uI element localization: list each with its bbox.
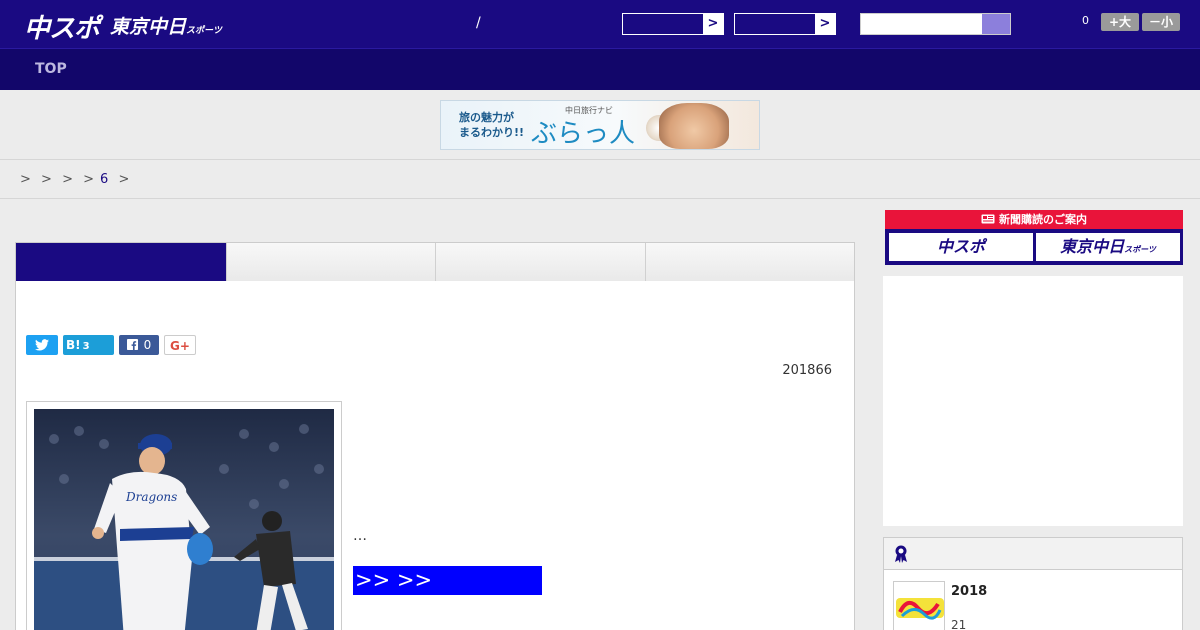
chevron-right-icon[interactable]: > [703,14,723,34]
divider [0,198,1200,199]
banner-area: 旅の魅力が まるわかり!! 中日旅行ナビ ぶらっ人 [0,90,1200,160]
model-photo [659,103,729,149]
banner-line-1: 旅の魅力が [459,111,514,124]
logo-tokyo-chunichi[interactable]: 東京中日スポーツ [110,12,222,39]
breadcrumb-separator: > [41,172,52,187]
article-tabs [15,242,855,288]
ribbon-award-icon [895,545,907,563]
subscription-box: 新聞購読のご案内 中スポ 東京中日スポーツ [885,210,1183,265]
twitter-share-button[interactable] [26,335,58,355]
search-box [860,13,1011,35]
read-more-link[interactable]: >> >> [353,566,542,595]
ranking-item-title: 2018 [951,584,988,599]
logo-tokyo-text: 東京中日 [110,16,187,38]
site-header: 中スポ 東京中日スポーツ / > > 0 +大 －小 [0,0,1200,48]
notification-count: 0 [1082,14,1089,27]
subscription-header: 新聞購読のご案内 [885,210,1183,229]
breadcrumb-trail: > [118,172,130,187]
article-date: 201866 [782,363,832,378]
facebook-icon [126,339,138,350]
tab-3[interactable] [436,243,646,281]
logo-tokyo-small: スポーツ [186,26,222,36]
sports-logo-thumbnail [894,582,944,630]
ranking-thumbnail [893,581,945,630]
article-header: B! 3 0 G+ 201866 [15,281,855,391]
subscribe-tokyo-small: スポーツ [1124,245,1156,254]
breadcrumb-separator: > [20,172,31,187]
svg-text:Dragons: Dragons [125,490,177,504]
ranking-header [884,538,1182,570]
tab-4[interactable] [646,243,854,281]
banner-line-2: まるわかり!! [459,126,525,139]
breadcrumb-separator: > [62,172,73,187]
header-separator: / [476,15,481,31]
subscribe-tokyo-label: 東京中日 [1060,237,1125,256]
banner-brand: ぶらっ人 [531,119,636,149]
twitter-bird-icon [35,339,49,351]
newspaper-icon [981,214,995,224]
ranking-list-item[interactable]: 2018 21 [893,581,1173,630]
hatena-bookmark-button[interactable]: B! 3 [63,335,114,355]
baseball-pitcher-photo[interactable]: Dragons [34,409,334,630]
tab-1[interactable] [16,243,227,288]
photo-illustration: Dragons [34,409,334,630]
ranking-item-subtitle: 21 [951,618,967,630]
article-excerpt: … [353,528,367,544]
breadcrumb: > > > >6 > [20,172,135,187]
chevron-right-icon[interactable]: > [815,14,835,34]
breadcrumb-current[interactable]: 6 [100,172,108,187]
font-larger-button[interactable]: +大 [1101,13,1139,31]
ranking-box: 2018 21 [883,537,1183,630]
subscription-title: 新聞購読のご案内 [999,213,1087,226]
facebook-count: 0 [143,338,152,352]
hatena-count: 3 [82,341,90,352]
category-select-2[interactable]: > [734,13,836,35]
global-nav: TOP [0,48,1200,90]
breadcrumb-separator: > [83,172,95,187]
hatena-icon: B! [66,338,81,352]
nav-item-top[interactable]: TOP [35,61,67,77]
category-select-1[interactable]: > [622,13,724,35]
search-button[interactable] [982,14,1010,34]
subscribe-chuspo-button[interactable]: 中スポ [889,233,1033,261]
travel-ad-banner[interactable]: 旅の魅力が まるわかり!! 中日旅行ナビ ぶらっ人 [440,100,760,150]
sidebar-ad-slot[interactable] [883,276,1183,526]
font-smaller-button[interactable]: －小 [1142,13,1180,31]
article-photo-frame: Dragons [26,401,342,630]
subscribe-tokyo-chunichi-button[interactable]: 東京中日スポーツ [1036,233,1180,261]
facebook-share-button[interactable]: 0 [119,335,159,355]
banner-copy: 旅の魅力が まるわかり!! [459,110,524,140]
tab-2[interactable] [227,243,436,281]
article-body: Dragons … >> >> [15,390,855,630]
google-plus-share-button[interactable]: G+ [164,335,196,355]
logo-chuspo[interactable]: 中スポ [24,8,100,45]
